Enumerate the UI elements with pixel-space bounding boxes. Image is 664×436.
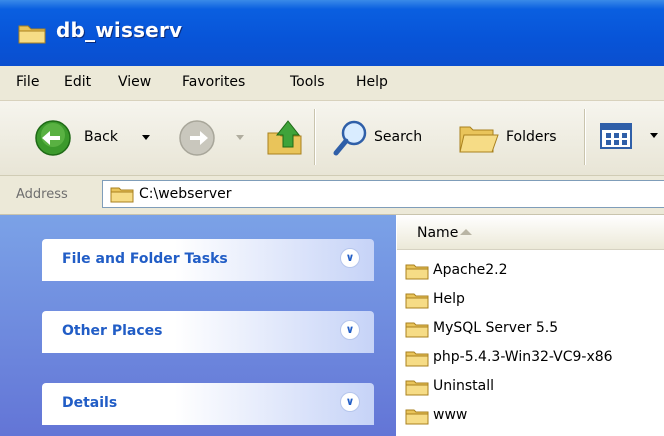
chevron-down-icon[interactable]: ∨ xyxy=(340,248,360,268)
back-label: Back xyxy=(84,129,118,145)
address-label: Address xyxy=(16,187,68,202)
folders-icon xyxy=(456,117,500,160)
address-input[interactable]: C:\webserver xyxy=(102,180,664,208)
up-button[interactable] xyxy=(266,117,304,157)
chevron-down-icon[interactable] xyxy=(142,135,150,140)
toolbar: Back Search Folders xyxy=(0,101,664,176)
back-arrow-icon xyxy=(34,119,72,160)
panel-details[interactable]: Details ∨ xyxy=(42,383,374,425)
folder-icon xyxy=(405,291,429,312)
column-header-name[interactable]: Name xyxy=(397,215,664,250)
search-icon xyxy=(332,117,370,160)
menu-tools[interactable]: Tools xyxy=(290,74,325,90)
panel-label: Details xyxy=(62,395,118,411)
search-label: Search xyxy=(374,129,423,145)
forward-arrow-icon xyxy=(178,119,216,160)
folders-label: Folders xyxy=(506,129,557,145)
chevron-down-icon[interactable]: ∨ xyxy=(340,392,360,412)
search-button[interactable]: Search xyxy=(332,117,442,157)
views-button[interactable] xyxy=(600,121,660,155)
chevron-down-icon[interactable]: ∨ xyxy=(340,320,360,340)
address-bar: Address C:\webserver xyxy=(0,176,664,215)
item-name: www xyxy=(433,407,468,423)
item-name: Apache2.2 xyxy=(433,262,508,278)
chevron-down-icon[interactable] xyxy=(650,133,658,138)
folder-icon xyxy=(405,378,429,399)
folder-icon xyxy=(405,349,429,370)
panel-file-and-folder-tasks[interactable]: File and Folder Tasks ∨ xyxy=(42,239,374,281)
file-list: Name Apache2.2 Help MySQL Server 5.5 php… xyxy=(397,215,664,436)
panel-other-places[interactable]: Other Places ∨ xyxy=(42,311,374,353)
menu-edit[interactable]: Edit xyxy=(64,74,91,90)
menu-help[interactable]: Help xyxy=(356,74,388,90)
window-title: db_wisserv xyxy=(56,18,183,42)
folder-icon xyxy=(405,320,429,341)
folder-icon xyxy=(110,185,134,206)
item-name: Uninstall xyxy=(433,378,495,394)
folder-icon xyxy=(405,407,429,428)
task-pane: File and Folder Tasks ∨ Other Places ∨ D… xyxy=(0,215,396,436)
chevron-down-icon[interactable] xyxy=(236,135,244,140)
menu-favorites[interactable]: Favorites xyxy=(182,74,245,90)
folder-icon xyxy=(405,262,429,283)
folders-button[interactable]: Folders xyxy=(456,117,576,157)
views-icon xyxy=(600,121,632,154)
up-folder-icon xyxy=(266,120,304,160)
item-name: php-5.4.3-Win32-VC9-x86 xyxy=(433,349,613,365)
forward-button[interactable] xyxy=(178,119,248,157)
menu-bar: File Edit View Favorites Tools Help xyxy=(0,66,664,101)
back-button[interactable]: Back xyxy=(34,119,154,157)
title-bar[interactable]: db_wisserv xyxy=(0,0,664,66)
item-name: MySQL Server 5.5 xyxy=(433,320,559,336)
folder-icon xyxy=(18,22,46,47)
menu-file[interactable]: File xyxy=(16,74,39,90)
sort-ascending-icon xyxy=(460,229,472,235)
item-name: Help xyxy=(433,291,465,307)
menu-view[interactable]: View xyxy=(118,74,151,90)
address-path: C:\webserver xyxy=(139,186,232,202)
panel-label: Other Places xyxy=(62,323,163,339)
column-name-label: Name xyxy=(417,225,459,241)
panel-label: File and Folder Tasks xyxy=(62,251,228,267)
